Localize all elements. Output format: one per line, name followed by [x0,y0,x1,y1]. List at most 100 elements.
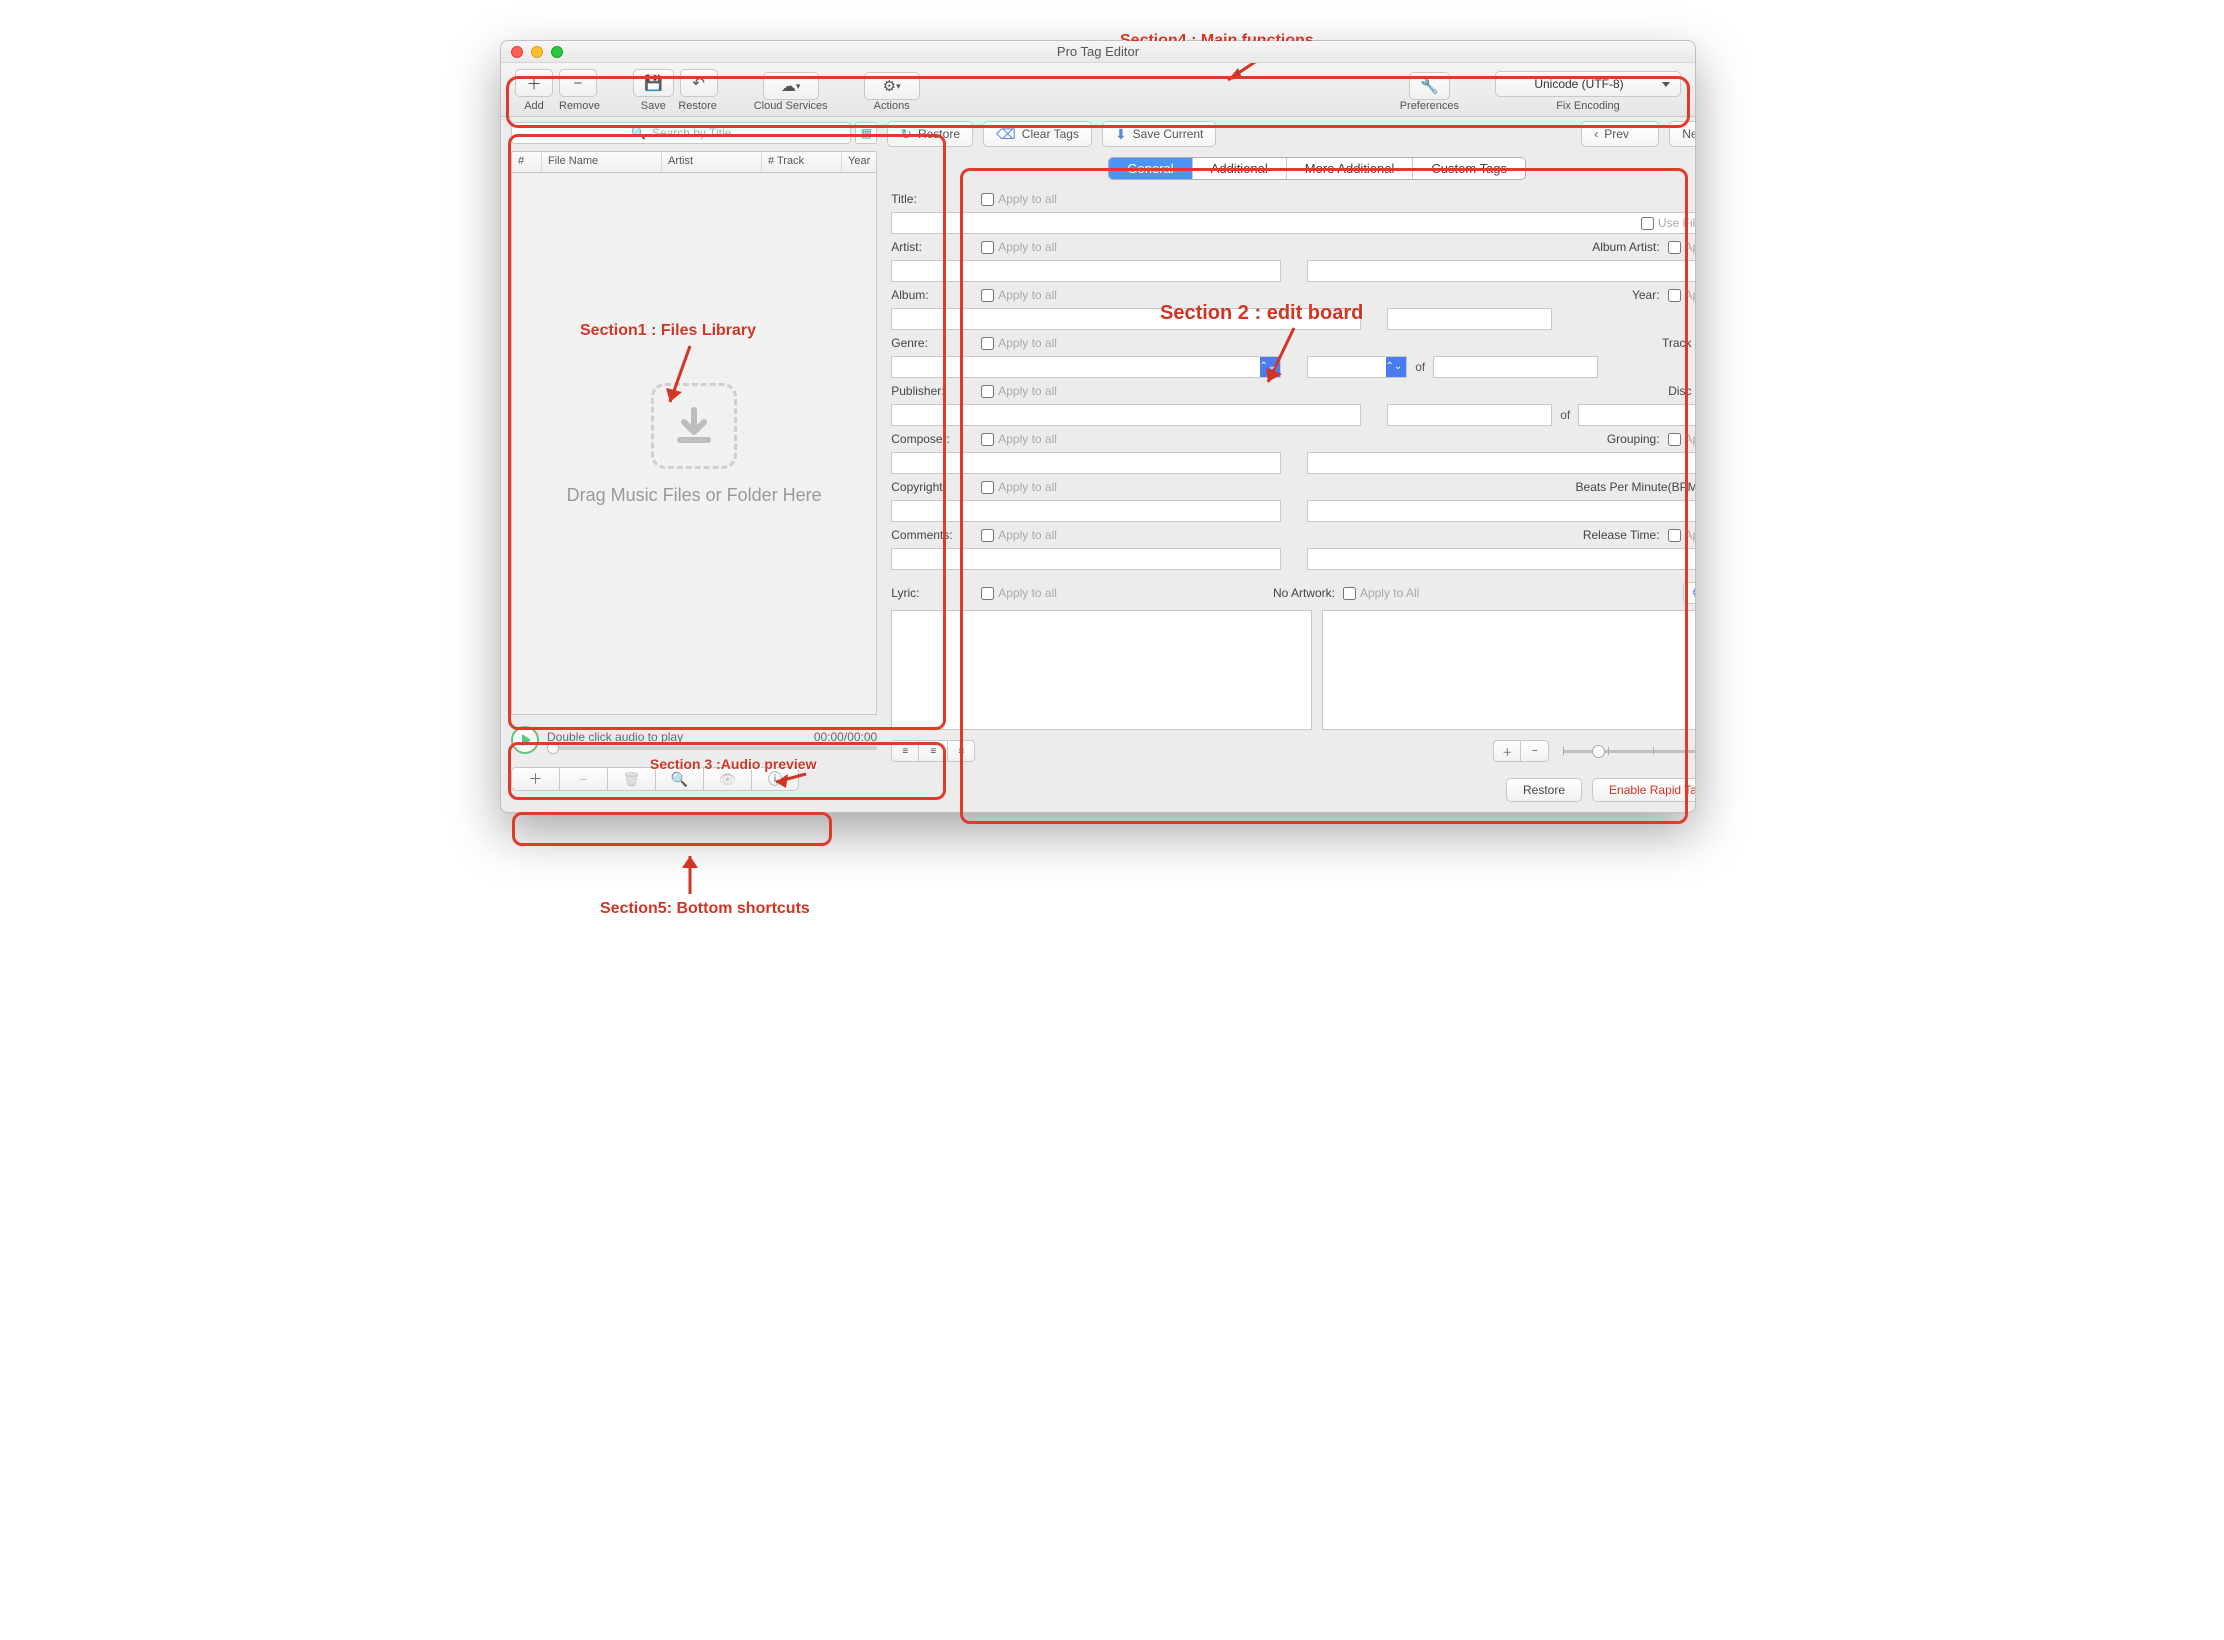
artist-label: Artist: [891,240,973,254]
year-label: Year: [1632,288,1660,302]
genre-label: Genre: [891,336,973,350]
chevron-left-icon: ‹ [1594,127,1598,141]
col-track[interactable]: # Track [762,152,842,172]
genre-select[interactable]: ⌃⌄ [891,356,1281,378]
grouping-input[interactable] [1307,452,1696,474]
actions-label: Actions [874,100,910,112]
no-artwork-label: No Artwork: [1273,586,1335,600]
preferences-button[interactable]: 🔧 [1409,72,1450,100]
actions-button[interactable]: ⚙ ▾ [864,72,920,100]
column-chooser-button[interactable]: ▦ [855,122,877,144]
album-label: Album: [891,288,973,302]
shortcut-search[interactable]: 🔍 [655,767,703,791]
gear-icon: ⚙ [1691,585,1696,601]
lyric-textarea[interactable] [891,610,1312,730]
file-drop-zone[interactable]: Drag Music Files or Folder Here [511,173,877,715]
col-num[interactable]: # [512,152,542,172]
shortcut-remove[interactable]: − [559,767,607,791]
release-apply-all[interactable]: Apply to all [1668,528,1696,542]
tab-additional[interactable]: Additional [1193,158,1287,179]
artwork-add-button[interactable]: ＋ [1493,740,1521,762]
prev-button[interactable]: ‹ Prev [1581,121,1659,147]
restore-button[interactable]: ↶ [680,69,718,97]
footer-restore-button[interactable]: Restore [1506,778,1582,802]
disc-total-input[interactable] [1578,404,1696,426]
save-current-button[interactable]: ⬇Save Current [1102,121,1216,147]
comments-apply-all[interactable]: Apply to all [981,528,1057,542]
artist-apply-all[interactable]: Apply to all [981,240,1057,254]
tab-general[interactable]: General [1109,158,1192,179]
title-apply-all[interactable]: Apply to all [981,192,1057,206]
release-input[interactable] [1307,548,1696,570]
enable-rapid-tagging-button[interactable]: Enable Rapid Tagging [1592,778,1696,802]
close-icon[interactable] [511,46,523,58]
bpm-input[interactable] [1307,500,1696,522]
tab-custom-tags[interactable]: Custom Tags [1413,158,1525,179]
track-num-select[interactable]: ⌃⌄ [1307,356,1407,378]
bottom-shortcuts: ＋ − 🗑 🔍 👁 ⓘ [511,767,877,791]
artwork-settings-button[interactable]: ⚙ [1683,582,1696,604]
right-panel-top: ↻Restore ⌫Clear Tags ⬇Save Current ‹ Pre… [887,121,1696,147]
align-center-button[interactable]: ≡ [919,740,947,762]
artwork-apply-all[interactable]: Apply to All [1343,586,1419,600]
genre-apply-all[interactable]: Apply to all [981,336,1057,350]
restore-label: Restore [678,100,716,112]
add-button[interactable]: ＋ [515,69,553,97]
save-button[interactable]: 💾 [633,69,674,97]
tab-more-additional[interactable]: More Additional [1287,158,1414,179]
track-total-input[interactable] [1433,356,1598,378]
clear-tags-button[interactable]: ⌫Clear Tags [983,121,1092,147]
use-filename-check[interactable]: Use File name [1641,216,1696,230]
shortcut-add[interactable]: ＋ [511,767,559,791]
info-icon: ⓘ [768,769,782,789]
search-input[interactable]: 🔍 Search by Title [511,122,851,144]
artwork-box[interactable] [1322,610,1696,730]
copyright-label: Copyright: [891,480,973,494]
col-year[interactable]: Year [842,152,876,172]
shortcut-delete[interactable]: 🗑 [607,767,655,791]
year-input[interactable] [1387,308,1552,330]
align-right-button[interactable]: ≡ [947,740,975,762]
grouping-apply-all[interactable]: Apply to all [1668,432,1696,446]
remove-button[interactable]: − [559,69,597,97]
year-apply-all[interactable]: Apply to all [1668,288,1696,302]
album-artist-apply-all[interactable]: Apply to all [1668,240,1696,254]
composer-input[interactable] [891,452,1281,474]
album-apply-all[interactable]: Apply to all [981,288,1057,302]
zoom-slider[interactable] [1563,750,1696,753]
shortcut-preview[interactable]: 👁 [703,767,751,791]
restore-icon: ↻ [900,126,912,143]
publisher-input[interactable] [891,404,1361,426]
composer-label: Composer: [891,432,973,446]
restore-tags-button[interactable]: ↻Restore [887,121,973,147]
title-input[interactable] [891,212,1696,234]
disc-num-input[interactable] [1387,404,1552,426]
minimize-icon[interactable] [531,46,543,58]
artwork-remove-button[interactable]: − [1521,740,1549,762]
copyright-input[interactable] [891,500,1281,522]
maximize-icon[interactable] [551,46,563,58]
encoding-select[interactable]: Unicode (UTF-8) [1495,71,1681,97]
artist-input[interactable] [891,260,1281,282]
cloud-services-button[interactable]: ☁ ▾ [763,72,819,100]
fix-encoding-label: Fix Encoding [1556,100,1620,112]
lyric-apply-all[interactable]: Apply to all [981,586,1057,600]
shortcut-info[interactable]: ⓘ [751,767,799,791]
next-button[interactable]: Next › [1669,121,1696,147]
grid-plus-icon: ▦ [861,126,872,140]
align-left-button[interactable]: ≡ [891,740,919,762]
album-input[interactable] [891,308,1361,330]
save-label: Save [634,100,672,112]
eraser-icon: ⌫ [996,126,1016,143]
copyright-apply-all[interactable]: Apply to all [981,480,1057,494]
bpm-label: Beats Per Minute(BPM): [1576,480,1696,494]
album-artist-input[interactable] [1307,260,1696,282]
col-filename[interactable]: File Name [542,152,662,172]
minus-icon: − [579,771,587,787]
play-button[interactable] [511,726,539,754]
col-artist[interactable]: Artist [662,152,762,172]
composer-apply-all[interactable]: Apply to all [981,432,1057,446]
audio-slider[interactable] [547,746,877,750]
publisher-apply-all[interactable]: Apply to all [981,384,1057,398]
comments-input[interactable] [891,548,1281,570]
